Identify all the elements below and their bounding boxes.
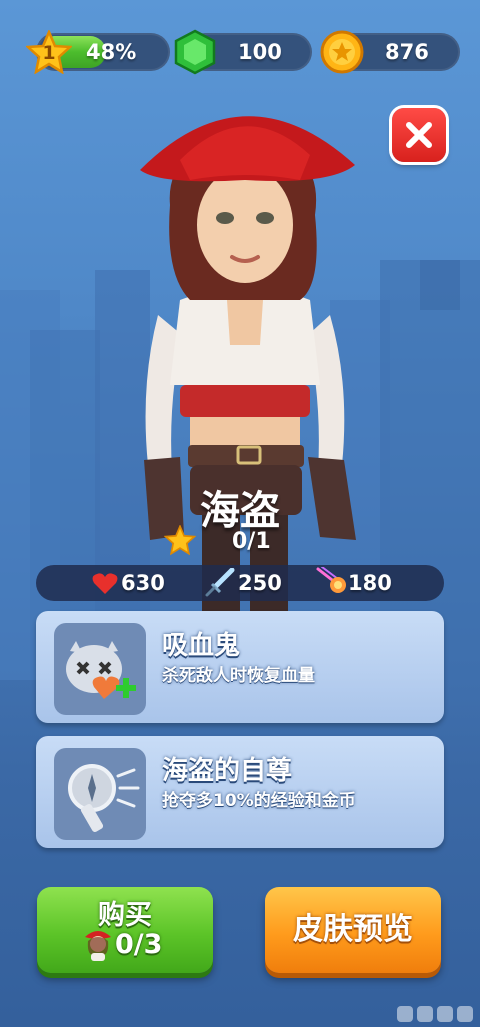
gem-icon [174,29,216,75]
speed-comet-icon [316,567,346,593]
hero-star-count: 0/1 [232,529,271,554]
skill-title: 海盗的自尊 [162,756,293,786]
coins-count: 876 [385,40,429,64]
speed-value: 180 [348,571,392,595]
skill-description: 杀死敌人时恢复血量 [162,666,315,686]
pirate-avatar-icon [85,931,111,961]
buy-button[interactable]: 购买 0/3 [37,887,213,973]
coin-icon [320,30,364,74]
level-number: 1 [42,42,56,64]
skin-preview-button[interactable]: 皮肤预览 [265,887,441,973]
skill-card-pirate-pride: 海盗的自尊 抢夺多10%的经验和金币 [36,736,444,848]
hero-name: 海盗 [200,488,280,534]
close-icon [406,122,432,148]
skill-card-vampire: 吸血鬼 杀死敌人时恢复血量 [36,611,444,723]
attack-sword-icon [205,568,235,597]
skin-preview-label: 皮肤预览 [293,912,413,947]
flashlight-compass-icon [54,748,146,840]
skill-title: 吸血鬼 [162,631,241,661]
hero-star-icon [164,525,196,555]
level-progress-text: 48% [86,40,137,64]
health-heart-icon [92,573,118,594]
vampire-heal-icon [54,623,146,715]
buy-button-label: 购买 [98,900,152,931]
buy-count: 0/3 [115,929,163,960]
health-value: 630 [121,571,165,595]
skill-description: 抢夺多10%的经验和金币 [162,791,356,811]
attack-value: 250 [238,571,282,595]
watermark-logo [397,1006,473,1022]
close-button[interactable] [392,108,446,162]
gems-count: 100 [238,40,282,64]
